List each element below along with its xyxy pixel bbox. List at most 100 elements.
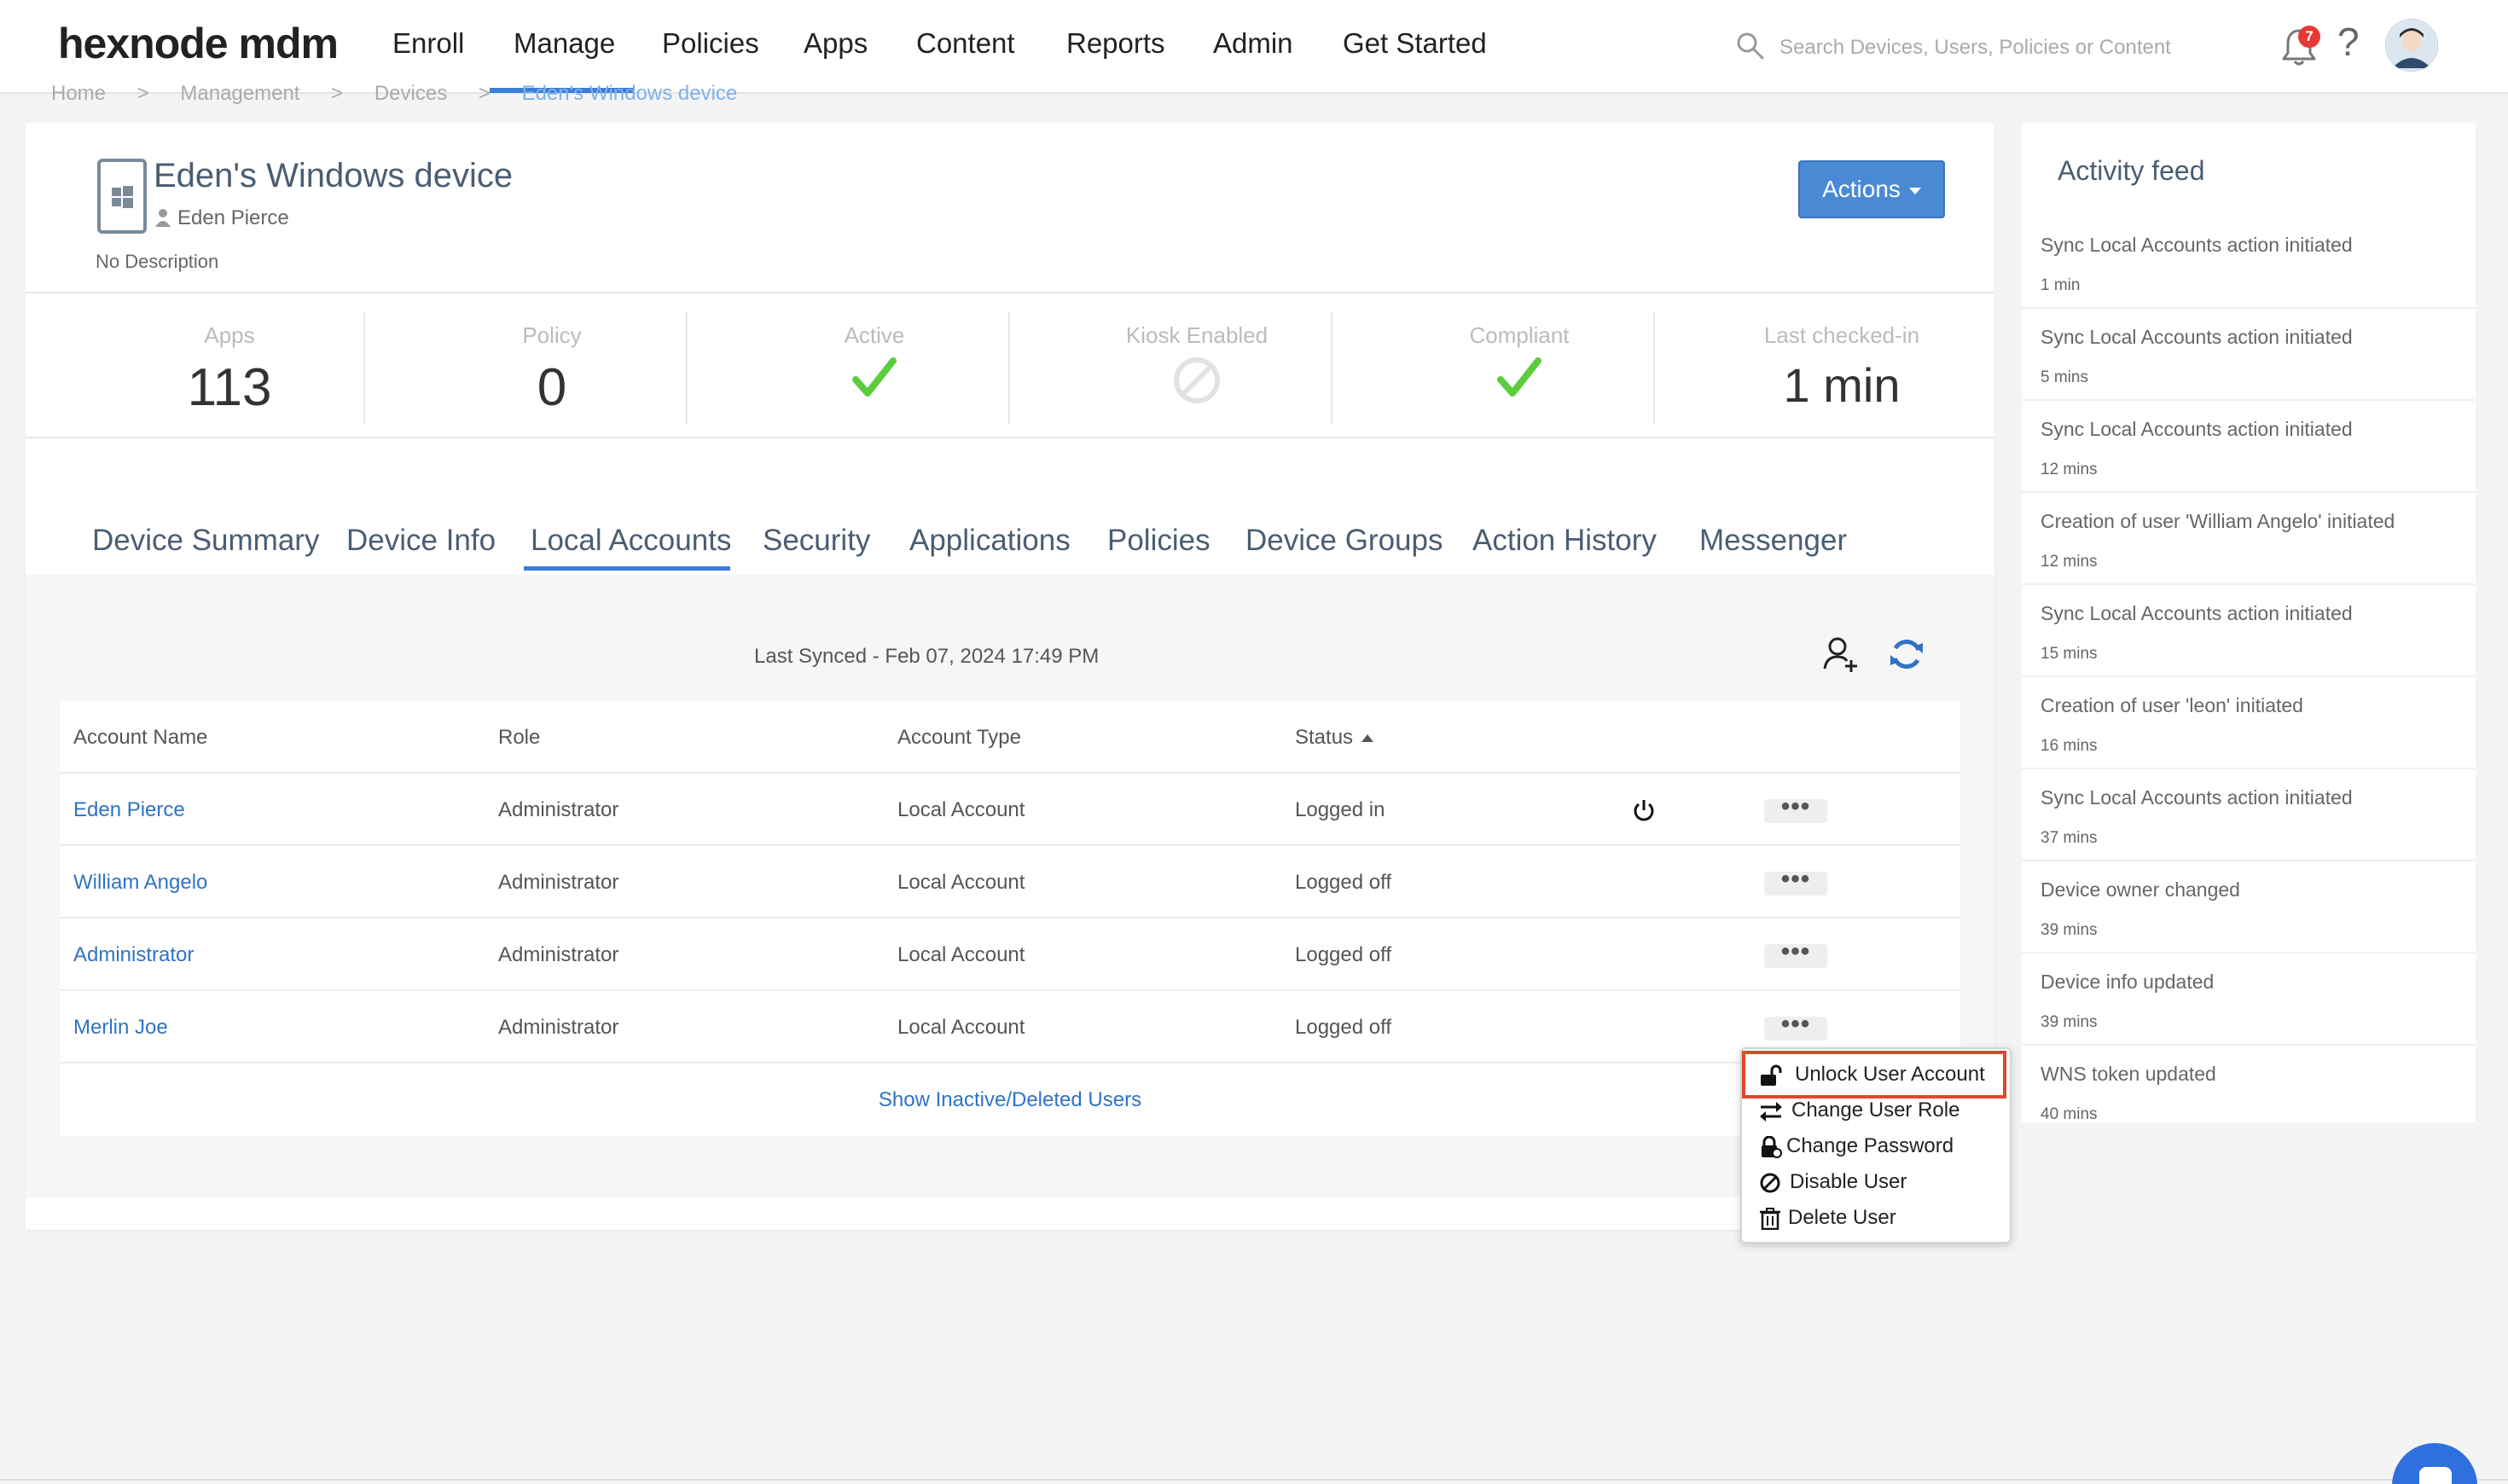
menu-item-disable-user[interactable]: Disable User [1742, 1165, 2010, 1199]
stat-value: 113 [187, 358, 272, 417]
row-more-options-button[interactable]: ••• [1764, 794, 1827, 823]
device-owner[interactable]: Eden Pierce [177, 206, 289, 230]
activity-feed-title: Activity feed [2058, 155, 2205, 186]
feed-item-time: 37 mins [2041, 829, 2098, 847]
nav-policies[interactable]: Policies [662, 27, 759, 60]
menu-item-change-password[interactable]: Change Password [1742, 1129, 2010, 1163]
stat-label: Apps [204, 322, 255, 348]
logoff-power-icon[interactable] [1631, 797, 1657, 823]
feed-item-text: Device owner changed [2041, 878, 2240, 901]
account-role: Administrator [498, 798, 619, 821]
column-header-account-type[interactable]: Account Type [897, 701, 1021, 774]
stat-label: Active [844, 322, 905, 348]
tab-device-summary[interactable]: Device Summary [92, 524, 319, 558]
feed-item-time: 16 mins [2041, 737, 2098, 755]
nav-apps[interactable]: Apps [804, 27, 868, 60]
column-header-status[interactable]: Status [1295, 701, 1374, 774]
column-header-account-name[interactable]: Account Name [73, 701, 207, 774]
device-title: Eden's Windows device [154, 157, 514, 194]
tab-device-groups[interactable]: Device Groups [1245, 524, 1443, 558]
table-row: William Angelo Administrator Local Accou… [60, 846, 1960, 919]
table-row: Administrator Administrator Local Accoun… [60, 919, 1960, 991]
account-name-link[interactable]: Merlin Joe [73, 991, 168, 1064]
refresh-icon[interactable] [1889, 636, 1925, 672]
feed-item[interactable]: Sync Local Accounts action initiated 12 … [2022, 401, 2476, 493]
add-user-icon[interactable] [1822, 635, 1861, 674]
chat-support-button[interactable] [2392, 1443, 2477, 1484]
avatar-icon [2385, 19, 2438, 72]
stat-policy[interactable]: Policy 0 [391, 310, 713, 430]
tab-local-accounts[interactable]: Local Accounts [531, 524, 731, 558]
stat-apps[interactable]: Apps 113 [68, 310, 391, 430]
feed-item[interactable]: Sync Local Accounts action initiated 5 m… [2022, 309, 2476, 401]
breadcrumb-separator: > [478, 82, 491, 105]
feed-item[interactable]: Creation of user 'leon' initiated 16 min… [2022, 677, 2476, 769]
actions-dropdown-button[interactable]: Actions [1798, 160, 1945, 218]
account-name-link[interactable]: Administrator [73, 919, 194, 991]
breadcrumb-management[interactable]: Management [180, 82, 299, 105]
feed-item[interactable]: Sync Local Accounts action initiated 15 … [2022, 585, 2476, 677]
trash-icon [1760, 1208, 1780, 1230]
feed-item-text: Sync Local Accounts action initiated [2041, 786, 2353, 809]
nav-get-started[interactable]: Get Started [1343, 27, 1487, 60]
row-more-options-button[interactable]: ••• [1764, 1012, 1827, 1041]
breadcrumb-separator: > [136, 82, 149, 105]
tab-policies[interactable]: Policies [1107, 524, 1210, 558]
feed-item-text: Creation of user 'William Angelo' initia… [2041, 510, 2395, 532]
nav-manage[interactable]: Manage [514, 27, 615, 60]
tab-messenger[interactable]: Messenger [1699, 524, 1847, 558]
check-icon [1497, 357, 1541, 397]
feed-item[interactable]: WNS token updated 40 mins [2022, 1046, 2476, 1122]
menu-item-label: Delete User [1788, 1206, 1896, 1229]
local-accounts-table: Account Name Role Account Type Status Ed… [60, 701, 1960, 1136]
account-name-link[interactable]: Eden Pierce [73, 774, 185, 846]
stat-active: Active [713, 310, 1036, 430]
feed-item[interactable]: Device owner changed 39 mins [2022, 861, 2476, 954]
account-type: Local Account [897, 798, 1025, 821]
global-search-input[interactable] [1779, 31, 2223, 65]
help-icon[interactable]: ? [2337, 19, 2360, 65]
account-role: Administrator [498, 943, 619, 966]
account-name-link[interactable]: William Angelo [73, 846, 207, 919]
tab-security[interactable]: Security [763, 524, 870, 558]
column-header-role[interactable]: Role [498, 701, 540, 774]
feed-item[interactable]: Sync Local Accounts action initiated 37 … [2022, 769, 2476, 861]
nav-content[interactable]: Content [916, 27, 1015, 60]
feed-item[interactable]: Device info updated 39 mins [2022, 954, 2476, 1046]
row-more-options-button[interactable]: ••• [1764, 939, 1827, 968]
stat-label: Policy [522, 322, 582, 348]
tab-device-info[interactable]: Device Info [346, 524, 496, 558]
nav-admin[interactable]: Admin [1213, 27, 1293, 60]
breadcrumb-devices[interactable]: Devices [374, 82, 447, 105]
row-more-options-button[interactable]: ••• [1764, 867, 1827, 896]
feed-item-text: Sync Local Accounts action initiated [2041, 418, 2353, 440]
user-avatar[interactable] [2385, 19, 2438, 72]
feed-item-text: Sync Local Accounts action initiated [2041, 326, 2353, 348]
feed-item-text: Device info updated [2041, 971, 2215, 993]
hexnode-logo[interactable]: hexnode mdm [58, 19, 339, 68]
feed-item-text: Sync Local Accounts action initiated [2041, 234, 2353, 256]
show-inactive-users-link[interactable]: Show Inactive/Deleted Users [60, 1064, 1960, 1136]
swap-arrows-icon [1760, 1102, 1782, 1122]
menu-item-delete-user[interactable]: Delete User [1742, 1201, 2010, 1235]
feed-item[interactable]: Sync Local Accounts action initiated 1 m… [2022, 217, 2476, 309]
breadcrumb-home[interactable]: Home [51, 82, 106, 105]
nav-enroll[interactable]: Enroll [392, 27, 464, 60]
feed-item-time: 12 mins [2041, 461, 2098, 478]
tab-action-history[interactable]: Action History [1472, 524, 1657, 558]
stat-kiosk-enabled: Kiosk Enabled [1036, 310, 1358, 430]
tab-applications[interactable]: Applications [909, 524, 1071, 558]
feed-item[interactable]: Creation of user 'William Angelo' initia… [2022, 493, 2476, 585]
stat-divider [363, 312, 365, 425]
feed-item-time: 39 mins [2041, 921, 2098, 939]
menu-item-unlock-user-account[interactable]: Unlock User Account [1742, 1058, 2010, 1092]
feed-item-time: 39 mins [2041, 1013, 2098, 1031]
account-status: Logged off [1295, 1016, 1392, 1039]
actions-label: Actions [1822, 176, 1901, 202]
nav-reports[interactable]: Reports [1066, 27, 1165, 60]
stats-divider [26, 437, 1994, 438]
unlock-icon [1761, 1064, 1782, 1086]
menu-item-change-user-role[interactable]: Change User Role [1742, 1093, 2010, 1127]
stat-label: Last checked-in [1763, 322, 1920, 348]
search-icon[interactable] [1735, 31, 1766, 61]
